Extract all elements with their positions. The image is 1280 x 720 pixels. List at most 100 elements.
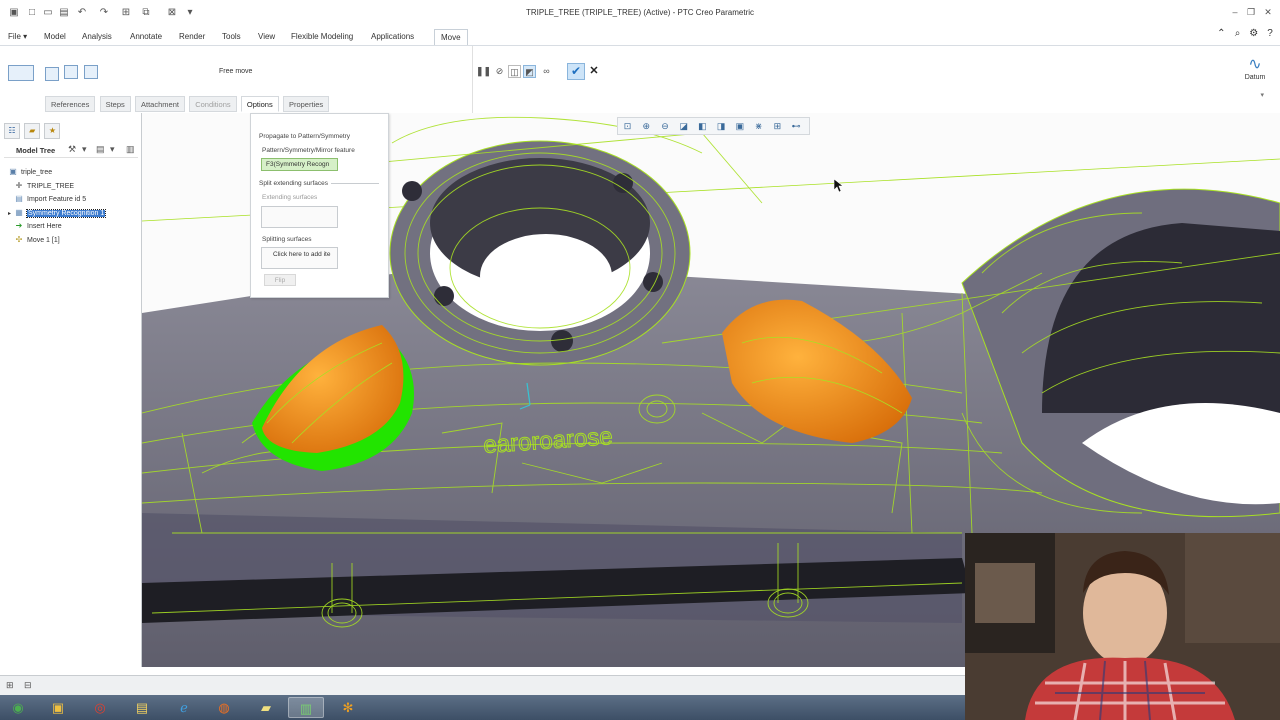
explorer-icon[interactable]: ▤ (124, 697, 160, 718)
saved-views-icon[interactable]: ◨ (715, 120, 728, 132)
plane-icon[interactable] (64, 65, 78, 79)
tree-item-move[interactable]: ✣ Move 1 [1] (8, 233, 140, 247)
tree-item-csys[interactable]: ✛ TRIPLE_TREE (8, 179, 140, 193)
no-preview-icon[interactable]: ⊘ (493, 65, 506, 78)
datum-display-icon[interactable]: ⋇ (752, 120, 765, 132)
split-label: Split extending surfaces (259, 180, 329, 187)
tree-item-import[interactable]: ▤ Import Feature id 5 (8, 192, 140, 206)
favorites-tab-icon[interactable]: ★ (44, 123, 61, 139)
tab-render[interactable]: Render (173, 29, 211, 45)
tab-analysis[interactable]: Analysis (76, 29, 118, 45)
model-tree-title: Model Tree (16, 146, 56, 155)
tab-references[interactable]: References (45, 96, 96, 112)
model-tree-tab-icon[interactable]: ☷ (4, 123, 20, 139)
axis-icon[interactable] (84, 65, 98, 79)
show-dropdown-icon[interactable]: ▾ (110, 144, 115, 155)
status-message-icon[interactable]: ⊟ (24, 680, 32, 691)
display-style-icon[interactable]: ◧ (696, 120, 709, 132)
webcam-overlay (965, 533, 1280, 720)
options-separator (331, 183, 379, 184)
extending-collector[interactable] (261, 206, 338, 228)
part-icon: ▣ (9, 167, 17, 176)
folder-icon[interactable]: ▰ (248, 697, 284, 718)
tab-flexible-modeling[interactable]: Flexible Modeling (285, 29, 359, 45)
help-icons: ⌃ ⌕ ⚙ ? (1213, 28, 1276, 39)
status-grid-icon[interactable]: ⊞ (6, 680, 14, 691)
datum-dropdown-icon[interactable]: ▾ (1260, 91, 1264, 99)
taskbar-app-icon[interactable]: ▣ (40, 697, 76, 718)
tree-item-insert-here[interactable]: ➔ Insert Here (8, 219, 140, 233)
chrome-icon[interactable]: ◎ (82, 697, 118, 718)
cancel-button[interactable]: ✕ (588, 65, 600, 78)
firefox-icon[interactable]: ◍ (206, 697, 242, 718)
symmetry-icon: ▦ (15, 207, 23, 217)
view-manager-icon[interactable]: ▣ (733, 120, 746, 132)
start-button-icon[interactable]: ◉ (0, 697, 36, 718)
tab-annotate[interactable]: Annotate (124, 29, 168, 45)
datum-icon: ∿ (1248, 56, 1262, 73)
tab-options[interactable]: Options (240, 96, 279, 112)
zoom-in-icon[interactable]: ⊕ (640, 120, 653, 132)
flip-button[interactable]: Flip (264, 274, 296, 286)
model-tree-header: Model Tree ⚒ ▾ ▤ ▾ ▥ (4, 143, 138, 158)
tab-attachment[interactable]: Attachment (135, 96, 185, 112)
tab-conditions[interactable]: Conditions (189, 96, 237, 112)
repaint-icon[interactable]: ◪ (677, 120, 690, 132)
tab-file[interactable]: File ▾ (2, 29, 33, 45)
splitting-label: Splitting surfaces (262, 236, 312, 243)
search-icon[interactable]: ⌕ (1232, 28, 1244, 39)
tab-steps[interactable]: Steps (99, 96, 131, 112)
import-feature-icon: ▤ (15, 194, 23, 203)
creo-taskbar-icon[interactable]: ▥ (288, 697, 324, 718)
annotation-display-icon[interactable]: ⊷ (790, 120, 803, 132)
csys-icon: ✛ (15, 180, 23, 190)
tab-model[interactable]: Model (38, 29, 72, 45)
tab-view[interactable]: View (252, 29, 281, 45)
tab-applications[interactable]: Applications (365, 29, 420, 45)
tab-properties[interactable]: Properties (282, 96, 330, 112)
tree-item-root[interactable]: ▣ triple_tree (8, 165, 140, 179)
restore-icon[interactable]: ❐ (1244, 5, 1258, 19)
tree-settings-icon[interactable]: ⚒ (68, 144, 76, 155)
navigator-panel: ☷ ▰ ★ Model Tree ⚒ ▾ ▤ ▾ ▥ ▣ triple_tree … (0, 113, 142, 667)
ok-button[interactable]: ✔ (567, 63, 585, 80)
folder-browser-tab-icon[interactable]: ▰ (24, 123, 41, 139)
tree-filter-icon[interactable]: ▥ (126, 144, 135, 155)
expand-icon[interactable]: ⌃ (1215, 28, 1227, 39)
ribbon-separator (472, 46, 473, 114)
ie-icon[interactable]: ℯ (166, 697, 202, 718)
glasses-icon[interactable]: ∞ (540, 65, 553, 78)
preview-icon[interactable]: ◫ (508, 65, 521, 78)
minimize-icon[interactable]: – (1228, 5, 1242, 19)
move-mode-icon[interactable] (8, 65, 34, 81)
splitting-collector[interactable]: Click here to add ite (261, 247, 338, 269)
free-move-label: Free move (219, 68, 253, 75)
model-tree: ▣ triple_tree ✛ TRIPLE_TREE ▤ Import Featur… (8, 165, 140, 246)
tree-settings-dropdown-icon[interactable]: ▾ (82, 144, 87, 155)
help-icon[interactable]: ? (1264, 28, 1276, 39)
select-geometry-icon[interactable] (45, 67, 59, 81)
window-title: TRIPLE_TREE (TRIPLE_TREE) (Active) - PTC… (525, 8, 755, 17)
windows-taskbar: ◉ ▣ ◎ ▤ ℯ ◍ ▰ ▥ ✻ (0, 695, 965, 720)
verify-icon[interactable]: ◩ (523, 65, 536, 78)
title-bar: ▣ □ ▭ ▤ ↶ ↷ ⊞ ⧉ ⊠ ▾ TRIPLE_TREE (TRIPLE_… (0, 0, 1280, 27)
spin-center-icon[interactable]: ⊞ (771, 120, 784, 132)
pattern-collector[interactable]: F3(Symmetry Recogn (261, 158, 338, 171)
datum-button[interactable]: ∿ Datum (1240, 54, 1270, 81)
show-icon[interactable]: ▤ (96, 144, 105, 155)
tab-move[interactable]: Move (434, 29, 468, 45)
mouse-cursor-icon (834, 179, 844, 193)
dashboard-tabs: References Steps Attachment Conditions O… (45, 96, 331, 113)
close-icon[interactable]: ✕ (1261, 5, 1275, 19)
tab-tools[interactable]: Tools (216, 29, 247, 45)
utility-icon[interactable]: ✻ (330, 697, 366, 718)
refit-icon[interactable]: ⊡ (621, 120, 634, 132)
extending-label: Extending surfaces (262, 194, 318, 201)
zoom-out-icon[interactable]: ⊖ (658, 120, 671, 132)
options-panel: Propagate to Pattern/Symmetry Pattern/Sy… (250, 113, 389, 298)
ribbon-tabs: File ▾ Model Analysis Annotate Render To… (0, 27, 1280, 45)
pattern-label: Pattern/Symmetry/Mirror feature (262, 147, 355, 154)
pause-icon[interactable]: ❚❚ (476, 65, 491, 78)
tree-item-symmetry[interactable]: ▸ ▦ Symmetry Recognition 1 (8, 206, 140, 220)
settings-icon[interactable]: ⚙ (1248, 28, 1260, 39)
